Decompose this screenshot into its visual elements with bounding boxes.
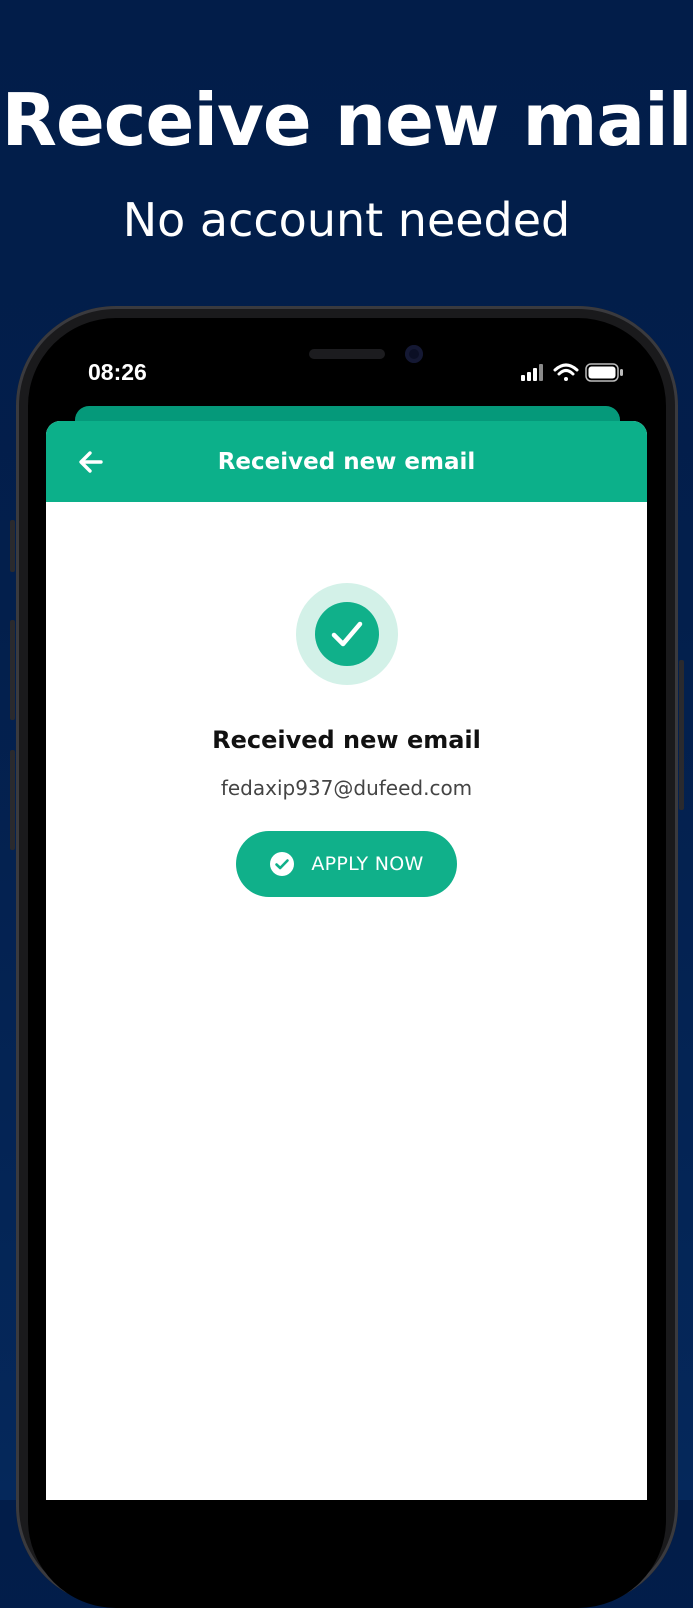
phone-volume-down-button	[10, 750, 15, 850]
battery-icon	[585, 363, 623, 382]
email-address: fedaxip937@dufeed.com	[220, 776, 473, 800]
phone-volume-up-button	[10, 620, 15, 720]
status-bar-icons	[518, 361, 628, 383]
phone-speaker	[309, 349, 385, 359]
cellular-signal-icon	[521, 364, 543, 381]
check-circle-icon	[269, 851, 295, 877]
promo-subheadline: No account needed	[122, 193, 571, 247]
apply-now-button[interactable]: APPLY NOW	[236, 831, 457, 897]
phone-power-button	[679, 660, 684, 810]
header-title: Received new email	[217, 449, 476, 475]
success-icon-halo	[296, 583, 398, 685]
status-bar-time: 08:26	[88, 359, 147, 385]
phone-camera	[405, 345, 423, 363]
app-screen: Received new email Received new email fe…	[46, 421, 647, 1500]
apply-now-label: APPLY NOW	[311, 853, 424, 875]
wifi-icon	[553, 363, 579, 381]
promo-headline: Receive new mail	[1, 78, 693, 162]
phone-side-button	[10, 520, 15, 572]
success-title: Received new email	[212, 726, 481, 754]
checkmark-circle-icon	[315, 602, 379, 666]
app-header: Received new email	[46, 421, 647, 502]
